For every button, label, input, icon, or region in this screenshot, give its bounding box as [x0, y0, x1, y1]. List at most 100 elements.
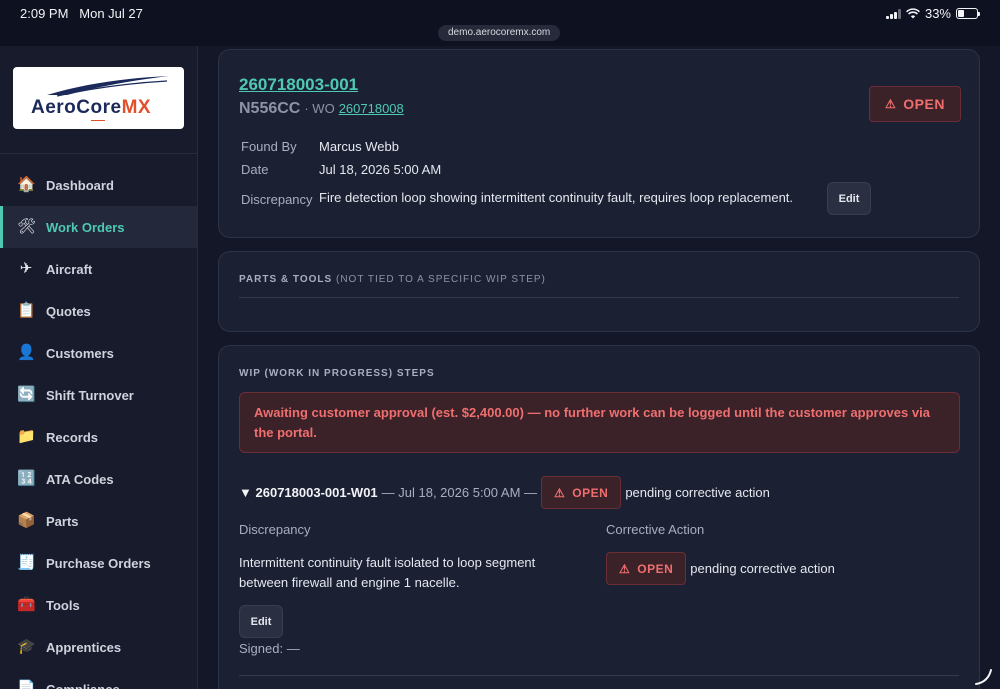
- sidebar-item-tools[interactable]: 🧰 Tools: [0, 584, 197, 626]
- tail-number: N556CC: [239, 100, 301, 117]
- found-by-value: Marcus Webb: [319, 139, 399, 154]
- sidebar-item-label: Records: [46, 429, 99, 445]
- battery-icon: [956, 8, 980, 19]
- sidebar-item-label: Parts: [46, 513, 79, 529]
- wip-card: WIP (WORK IN PROGRESS) STEPS Awaiting cu…: [218, 345, 980, 689]
- tail-line: N556CC · WO 260718008: [239, 100, 404, 118]
- sidebar-nav: 🏠 Dashboard 🛠 Work Orders ✈ Aircraft 📋 Quotes 👤 C…: [0, 164, 197, 689]
- wip-step-header[interactable]: ▼ 260718003-001-W01 — Jul 18, 2026 5:00 …: [239, 476, 770, 509]
- wip-step-status-label: OPEN: [572, 485, 609, 500]
- sidebar-item-label: Dashboard: [46, 177, 114, 193]
- parts-tools-divider: [239, 297, 959, 298]
- warning-icon: ⚠: [554, 485, 566, 500]
- sidebar-item-compliance[interactable]: 📄 Compliance: [0, 668, 197, 689]
- sidebar-divider: [0, 153, 197, 154]
- sidebar-item-ata-codes[interactable]: 🔢 ATA Codes: [0, 458, 197, 500]
- approval-alert: Awaiting customer approval (est. $2,400.…: [239, 392, 960, 453]
- logo-swoosh-icon: [47, 76, 169, 97]
- discrepancy-id-link[interactable]: 260718003-001: [239, 75, 358, 95]
- work-order-link[interactable]: 260718008: [339, 101, 404, 116]
- corrective-status-note: pending corrective action: [690, 561, 835, 576]
- collapse-toggle-icon[interactable]: ▼: [239, 485, 252, 500]
- parts-tools-subtitle: (NOT TIED TO A SPECIFIC WIP STEP): [335, 274, 546, 285]
- graduation-cap-icon: 🎓: [17, 638, 36, 655]
- aerocore-logo[interactable]: AeroCoreMX: [13, 67, 184, 129]
- wo-prefix: · WO: [304, 101, 335, 116]
- status-badge: ⚠ OPEN: [869, 86, 961, 122]
- discrepancy-card: 260718003-001 N556CC · WO 260718008 ⚠ OP…: [218, 49, 980, 238]
- status-time: 2:09 PM Mon Jul 27: [20, 6, 143, 21]
- corrective-action-label: Corrective Action: [606, 522, 705, 537]
- edit-discrepancy-button[interactable]: Edit: [827, 182, 871, 215]
- sidebar-item-label: Compliance: [46, 681, 120, 689]
- sidebar-item-label: Purchase Orders: [46, 555, 151, 571]
- url-bar[interactable]: demo.aerocoremx.com: [438, 25, 561, 41]
- refresh-icon: 🔄: [17, 386, 36, 403]
- main-content: 260718003-001 N556CC · WO 260718008 ⚠ OP…: [198, 46, 1000, 689]
- logo-text-main: AeroCore: [31, 97, 122, 118]
- discrepancy-label: Discrepancy: [241, 192, 313, 207]
- sidebar-item-shift-turnover[interactable]: 🔄 Shift Turnover: [0, 374, 197, 416]
- logo-text-accent: MX: [121, 97, 152, 118]
- sidebar-item-aircraft[interactable]: ✈ Aircraft: [0, 248, 197, 290]
- person-icon: 👤: [17, 344, 36, 361]
- numbers-icon: 🔢: [17, 470, 36, 487]
- warning-icon: ⚠: [885, 97, 897, 111]
- status-bar: 2:09 PM Mon Jul 27 33% demo.aerocoremx.c…: [0, 0, 1000, 46]
- sidebar-item-label: Customers: [46, 345, 114, 361]
- sidebar: AeroCoreMX 🏠 Dashboard 🛠 Work Orders ✈ Aircra…: [0, 46, 198, 689]
- cellular-signal-icon: [885, 8, 901, 19]
- sidebar-item-purchase-orders[interactable]: 🧾 Purchase Orders: [0, 542, 197, 584]
- parts-tools-card: PARTS & TOOLS (NOT TIED TO A SPECIFIC WI…: [218, 251, 980, 332]
- sidebar-item-customers[interactable]: 👤 Customers: [0, 332, 197, 374]
- sidebar-item-parts[interactable]: 📦 Parts: [0, 500, 197, 542]
- sidebar-item-apprentices[interactable]: 🎓 Apprentices: [0, 626, 197, 668]
- sidebar-item-label: Quotes: [46, 303, 91, 319]
- sidebar-item-work-orders[interactable]: 🛠 Work Orders: [0, 206, 197, 248]
- status-badge-label: OPEN: [903, 96, 945, 112]
- battery-percent: 33%: [924, 6, 951, 21]
- airplane-icon: ✈: [19, 260, 33, 277]
- resize-handle-icon: [975, 669, 992, 685]
- wip-step-id: 260718003-001-W01: [255, 485, 378, 500]
- discrepancy-value: Fire detection loop showing intermittent…: [319, 190, 794, 205]
- toolbox-icon: 🧰: [17, 596, 36, 613]
- signed-status: Signed: —: [239, 641, 300, 656]
- corrective-status-badge: ⚠ OPEN: [606, 552, 687, 585]
- wip-step-meta: — Jul 18, 2026 5:00 AM —: [381, 485, 538, 500]
- tools-icon: 🛠: [17, 218, 37, 235]
- logo-underline: [91, 120, 105, 121]
- wip-discrepancy-text: Intermittent continuity fault isolated t…: [239, 555, 536, 590]
- sidebar-item-quotes[interactable]: 📋 Quotes: [0, 290, 197, 332]
- sidebar-item-label: Aircraft: [46, 261, 93, 277]
- edit-wip-step-button[interactable]: Edit: [239, 605, 283, 638]
- sidebar-item-dashboard[interactable]: 🏠 Dashboard: [0, 164, 197, 206]
- folder-icon: 📁: [17, 428, 36, 445]
- wip-heading: WIP (WORK IN PROGRESS) STEPS: [239, 368, 435, 379]
- receipt-icon: 🧾: [17, 554, 36, 571]
- found-by-label: Found By: [241, 139, 297, 154]
- corrective-status-label: OPEN: [637, 561, 674, 576]
- document-icon: 📄: [17, 680, 36, 689]
- wip-discrepancy-label: Discrepancy: [239, 522, 311, 537]
- sidebar-item-label: Work Orders: [46, 219, 125, 235]
- wip-step-divider: [239, 675, 959, 676]
- wifi-icon: [906, 8, 920, 19]
- corrective-action-status: ⚠ OPEN pending corrective action: [606, 552, 835, 585]
- parts-tools-title: PARTS & TOOLS: [239, 274, 333, 285]
- house-icon: 🏠: [17, 176, 36, 193]
- status-clock: 2:09 PM: [20, 6, 69, 21]
- sidebar-item-records[interactable]: 📁 Records: [0, 416, 197, 458]
- clipboard-icon: 📋: [17, 302, 36, 319]
- date-value: Jul 18, 2026 5:00 AM: [319, 162, 442, 177]
- wip-step-status-note: pending corrective action: [625, 485, 770, 500]
- sidebar-item-label: Tools: [46, 597, 80, 613]
- sidebar-item-label: ATA Codes: [46, 471, 114, 487]
- sidebar-item-label: Apprentices: [46, 639, 122, 655]
- package-icon: 📦: [17, 512, 36, 529]
- parts-tools-heading: PARTS & TOOLS (NOT TIED TO A SPECIFIC WI…: [239, 274, 546, 285]
- status-date: Mon Jul 27: [79, 6, 143, 21]
- logo-text: AeroCoreMX: [31, 97, 151, 119]
- status-indicators: 33%: [885, 6, 980, 21]
- sidebar-item-label: Shift Turnover: [46, 387, 134, 403]
